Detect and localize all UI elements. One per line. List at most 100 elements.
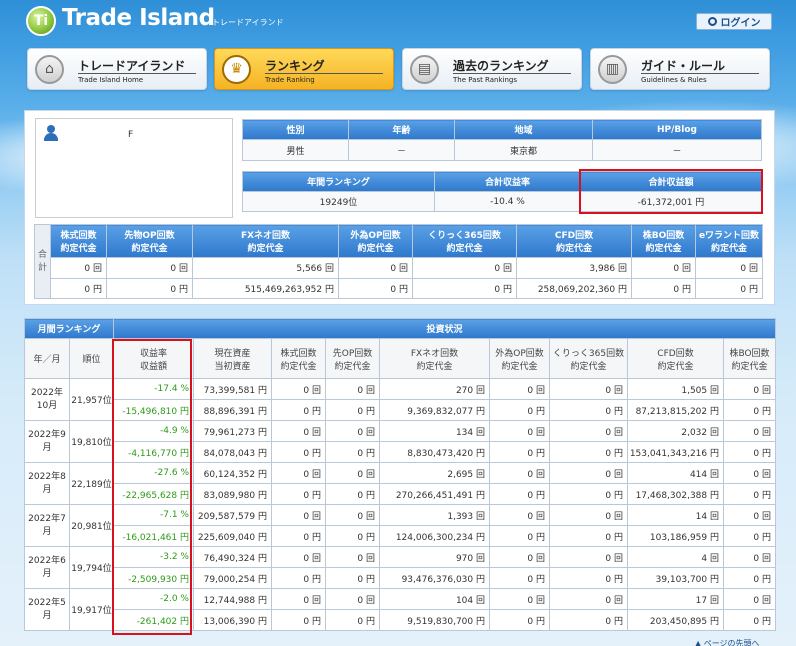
- value-cell: 79,000,254 円: [193, 567, 272, 589]
- header-annual-ranking: 年間ランキング: [242, 171, 435, 192]
- value-cell: 73,399,581 円: [193, 378, 272, 400]
- value-cell: 0 回: [489, 546, 550, 568]
- value-cell: 87,213,815,202 円: [627, 399, 724, 421]
- value-cell: 4 回: [627, 546, 724, 568]
- value-cell: 270 回: [379, 378, 490, 400]
- main-nav: ⌂ トレードアイランド Trade Island Home ♛ ランキング Tr…: [27, 48, 770, 90]
- value-cell: 1,505 回: [627, 378, 724, 400]
- value-cell: 88,896,391 円: [193, 399, 272, 421]
- value-cell: 103,186,959 円: [627, 525, 724, 547]
- profile-name: F: [128, 130, 134, 140]
- value-cell: 2,032 回: [627, 420, 724, 442]
- site-logo-subtitle: トレードアイランド: [212, 18, 284, 27]
- value-cell: 0 回: [271, 588, 326, 610]
- totals-count: 0 回: [695, 257, 763, 279]
- value-cell: 270,266,451,491 円: [379, 483, 490, 505]
- value-cell: 17,468,302,388 円: [627, 483, 724, 505]
- value-cell: 0 回: [549, 546, 628, 568]
- archive-icon: ▤: [410, 55, 439, 84]
- total-return-rate-value: -10.4 %: [434, 191, 581, 212]
- value-cell: 79,961,273 円: [193, 420, 272, 442]
- login-button[interactable]: ログイン: [696, 13, 772, 30]
- value-cell: 104 回: [379, 588, 490, 610]
- highlight-total-return: [579, 169, 763, 214]
- value-cell: 2,695 回: [379, 462, 490, 484]
- nav-divider: [453, 73, 571, 74]
- hp-blog-value: －: [592, 139, 762, 161]
- value-cell: 0 回: [271, 420, 326, 442]
- totals-table: 合計 株式回数 約定代金 先物OP回数 約定代金 FXネオ回数 約定代金 外為OP回数…: [34, 224, 763, 299]
- value-cell: 0 回: [549, 378, 628, 400]
- age-value: －: [348, 139, 455, 161]
- value-cell: 0 回: [489, 420, 550, 442]
- value-cell: 93,476,376,030 円: [379, 567, 490, 589]
- rank-cell: 20,981位: [69, 504, 114, 547]
- value-cell: 0 円: [723, 609, 776, 631]
- year-month-cell: 2022年10月: [24, 378, 70, 421]
- value-cell: 0 円: [271, 567, 326, 589]
- logo-icon[interactable]: Ti: [26, 6, 56, 36]
- value-cell: 0 円: [325, 567, 380, 589]
- home-icon: ⌂: [35, 55, 64, 84]
- value-cell: 153,041,343,216 円: [627, 441, 724, 463]
- site-logo-text[interactable]: Trade Island: [62, 5, 215, 31]
- totals-amount: 0 円: [695, 277, 763, 299]
- header-gender: 性別: [242, 119, 349, 140]
- nav-guide[interactable]: ▥ ガイド・ルール Guidelines & Rules: [590, 48, 770, 90]
- totals-amount: 515,469,263,952 円: [192, 277, 339, 299]
- totals-header: くりっく365回数 約定代金: [412, 224, 517, 258]
- page-top-link[interactable]: ▲ ページの先頭へ: [695, 638, 760, 646]
- value-cell: 0 回: [271, 546, 326, 568]
- value-cell: 0 円: [549, 399, 628, 421]
- value-cell: 8,830,473,420 円: [379, 441, 490, 463]
- nav-past-title: 過去のランキング: [453, 59, 549, 73]
- value-cell: 14 回: [627, 504, 724, 526]
- value-cell: 0 円: [723, 399, 776, 421]
- value-cell: 0 円: [549, 483, 628, 505]
- value-cell: 17 回: [627, 588, 724, 610]
- totals-header: FXネオ回数 約定代金: [192, 224, 339, 258]
- value-cell: 0 円: [271, 399, 326, 421]
- value-cell: 0 円: [489, 525, 550, 547]
- value-cell: 0 回: [723, 588, 776, 610]
- value-cell: 0 回: [325, 588, 380, 610]
- col-click365: くりっく365回数 約定代金: [549, 338, 628, 379]
- value-cell: 0 回: [489, 504, 550, 526]
- value-cell: 0 円: [271, 483, 326, 505]
- value-cell: 0 円: [489, 609, 550, 631]
- col-futures-op: 先OP回数 約定代金: [325, 338, 380, 379]
- nav-past-rankings[interactable]: ▤ 過去のランキング The Past Rankings: [402, 48, 582, 90]
- highlight-return-column: [112, 339, 192, 635]
- totals-count: 0 回: [631, 257, 696, 279]
- value-cell: 12,744,988 円: [193, 588, 272, 610]
- header-age: 年齢: [348, 119, 455, 140]
- totals-count: 3,986 回: [516, 257, 632, 279]
- value-cell: 0 回: [325, 420, 380, 442]
- nav-past-sub: The Past Rankings: [453, 76, 518, 84]
- value-cell: 0 円: [325, 441, 380, 463]
- value-cell: 0 円: [549, 609, 628, 631]
- value-cell: 39,103,700 円: [627, 567, 724, 589]
- totals-count: 0 回: [338, 257, 413, 279]
- col-assets: 現在資産 当初資産: [193, 338, 272, 379]
- totals-header: 株式回数 約定代金: [50, 224, 107, 258]
- value-cell: 0 円: [723, 567, 776, 589]
- value-cell: 0 円: [271, 441, 326, 463]
- value-cell: 0 円: [549, 567, 628, 589]
- value-cell: 0 円: [489, 441, 550, 463]
- profile-card: F: [35, 118, 233, 218]
- totals-header: eワラント回数 約定代金: [695, 224, 763, 258]
- nav-divider: [78, 73, 196, 74]
- nav-home[interactable]: ⌂ トレードアイランド Trade Island Home: [27, 48, 207, 90]
- value-cell: 203,450,895 円: [627, 609, 724, 631]
- totals-header: 先物OP回数 約定代金: [106, 224, 193, 258]
- value-cell: 84,078,043 円: [193, 441, 272, 463]
- nav-ranking[interactable]: ♛ ランキング Trade Ranking: [214, 48, 394, 90]
- book-icon: ▥: [598, 55, 627, 84]
- region-value: 東京都: [454, 139, 593, 161]
- profile-info-table: 性別 年齢 地域 HP/Blog 男性 － 東京都 －: [242, 119, 762, 161]
- rank-cell: 19,794位: [69, 546, 114, 589]
- value-cell: 0 円: [271, 525, 326, 547]
- value-cell: 0 円: [325, 525, 380, 547]
- user-icon: [44, 125, 58, 141]
